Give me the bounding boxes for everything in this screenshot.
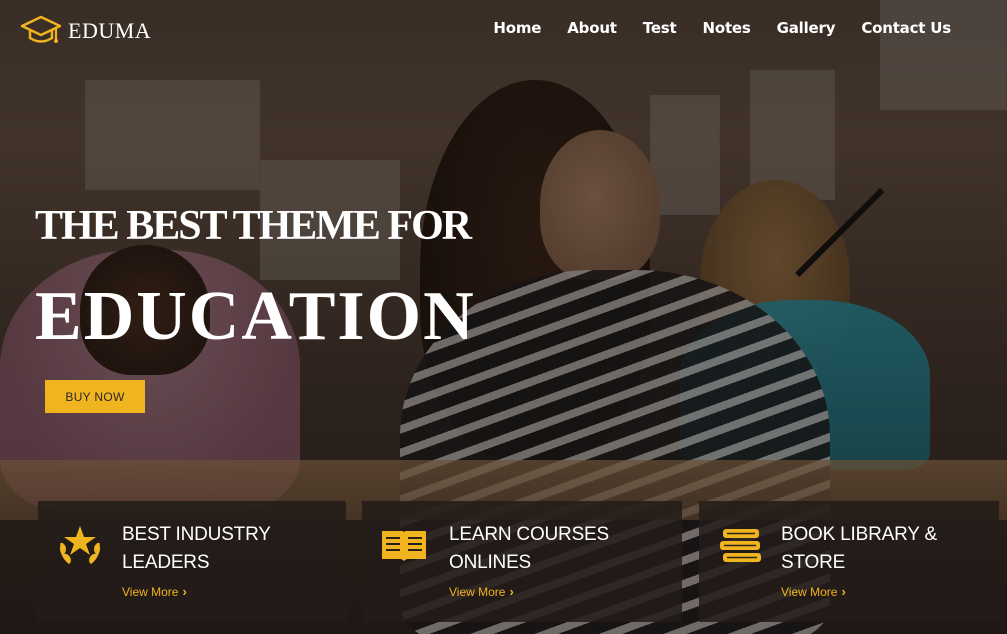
view-more-link[interactable]: View More › — [449, 584, 514, 599]
graduation-cap-icon — [20, 15, 62, 43]
feature-card-book-library: BOOK LIBRARY & STORE View More › — [699, 501, 999, 622]
hero-subtitle: EDUCATION — [35, 278, 476, 355]
feature-card-learn-courses: LEARN COURSES ONLINES View More › — [362, 501, 682, 622]
chevron-right-icon: › — [841, 584, 846, 599]
nav-item-gallery[interactable]: Gallery — [777, 19, 836, 37]
site-logo[interactable]: EDUMA — [20, 14, 151, 48]
nav-item-contact-us[interactable]: Contact Us — [861, 19, 951, 37]
main-nav: Home About Test Notes Gallery Contact Us — [467, 19, 951, 37]
award-star-icon — [60, 526, 100, 565]
view-more-link[interactable]: View More › — [781, 584, 846, 599]
hero-title: THE BEST THEME FOR — [35, 203, 472, 249]
feature-title: BEST INDUSTRY LEADERS — [122, 524, 271, 573]
feature-title: LEARN COURSES ONLINES — [449, 524, 609, 573]
nav-item-about[interactable]: About — [567, 19, 617, 37]
nav-item-notes[interactable]: Notes — [703, 19, 751, 37]
chevron-right-icon: › — [182, 584, 187, 599]
site-header: EDUMA Home About Test Notes Gallery Cont… — [0, 0, 1007, 62]
nav-item-home[interactable]: Home — [493, 19, 541, 37]
brand-name: EDUMA — [68, 18, 152, 43]
chevron-right-icon: › — [509, 584, 514, 599]
feature-card-industry-leaders: BEST INDUSTRY LEADERS View More › — [38, 501, 346, 622]
book-stack-icon — [720, 529, 761, 562]
view-more-link[interactable]: View More › — [122, 584, 187, 599]
feature-title: BOOK LIBRARY & STORE — [781, 524, 937, 573]
buy-now-button[interactable]: BUY NOW — [45, 380, 145, 413]
open-book-icon — [382, 531, 426, 561]
nav-item-test[interactable]: Test — [643, 19, 677, 37]
